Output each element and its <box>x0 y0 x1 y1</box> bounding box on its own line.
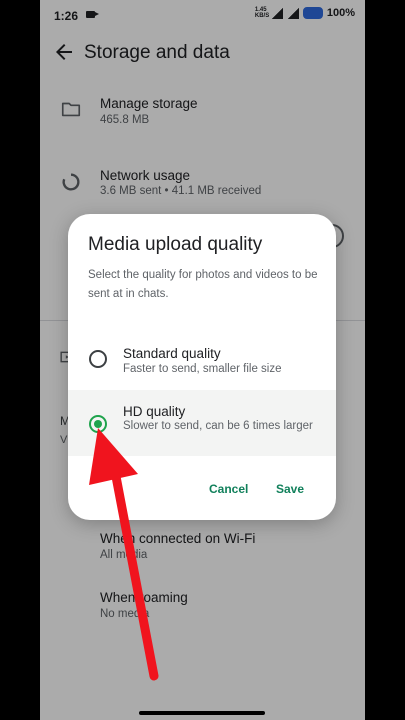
annotation-arrow-icon <box>89 428 159 681</box>
